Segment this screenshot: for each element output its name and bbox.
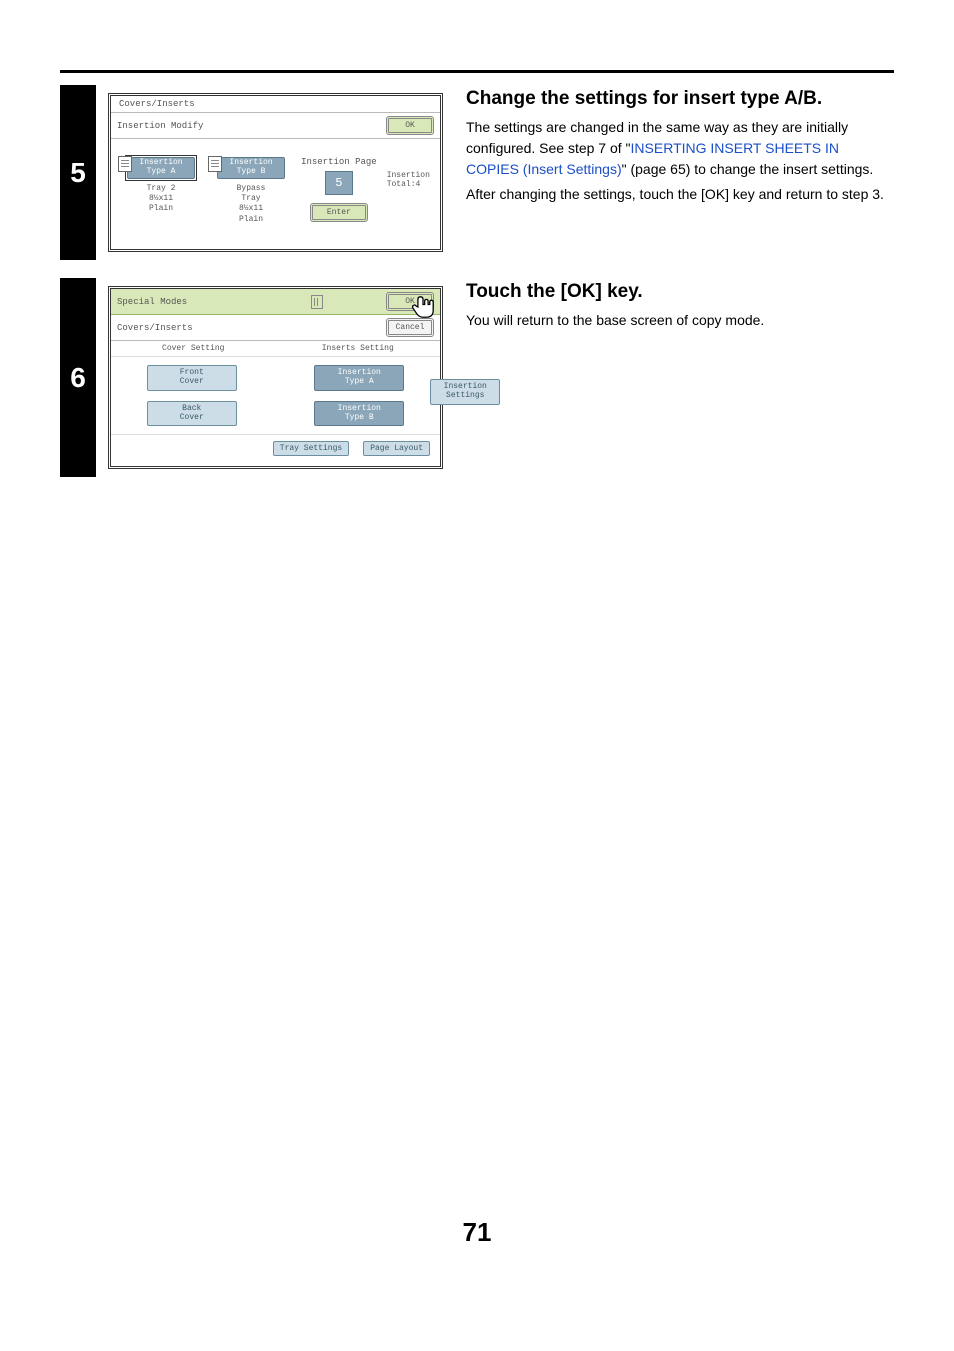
insertion-type-b-option[interactable]: Insertion Type B Bypass Tray 8½x11 Plain: [211, 157, 291, 225]
chip-label: Type B: [237, 167, 266, 176]
step-5-description: Change the settings for insert type A/B.…: [456, 85, 894, 260]
front-cover-button[interactable]: FrontCover: [147, 365, 237, 391]
insertion-type-a-button[interactable]: InsertionType A: [314, 365, 404, 391]
chip-label: Type A: [147, 167, 176, 176]
ok-button[interactable]: OK: [386, 116, 434, 135]
page-number: 71: [60, 1217, 894, 1248]
enter-button[interactable]: Enter: [310, 203, 368, 222]
hand-cursor-icon: [406, 290, 440, 324]
insertion-type-b-button[interactable]: InsertionType B: [314, 401, 404, 427]
inserts-setting-header: Inserts Setting: [276, 341, 441, 356]
step-6-heading: Touch the [OK] key.: [466, 280, 894, 304]
step-6-screenshot: Special Modes OK Covers/Inserts Cancel: [96, 278, 456, 477]
insertion-settings-button[interactable]: InsertionSettings: [430, 379, 500, 405]
body-text: You will return to the base screen of co…: [466, 310, 894, 331]
step-6-description: Touch the [OK] key. You will return to t…: [456, 278, 894, 477]
step-6-row: 6 Special Modes OK Cov: [60, 278, 894, 477]
chip-label: Insertion: [229, 158, 272, 167]
body-text: " (page 65) to change the insert setting…: [622, 161, 874, 177]
special-modes-label: Special Modes: [117, 297, 187, 307]
insertion-page-label: Insertion Page: [301, 157, 377, 167]
insertion-type-a-option[interactable]: Insertion Type A Tray 2 8½x11 Plain: [121, 157, 201, 225]
step-5-screenshot: Covers/Inserts Insertion Modify OK Inser…: [96, 85, 456, 260]
insertion-total: Insertion Total:4: [387, 171, 430, 225]
step-5-heading: Change the settings for insert type A/B.: [466, 87, 894, 111]
breadcrumb: Covers/Inserts: [117, 323, 193, 333]
trash-icon[interactable]: [311, 295, 323, 309]
body-text: After changing the settings, touch the […: [466, 184, 894, 205]
insertion-page-value[interactable]: 5: [325, 171, 353, 195]
step-5-row: 5 Covers/Inserts Insertion Modify OK Ins…: [60, 85, 894, 260]
panel-title: Covers/Inserts: [111, 96, 440, 113]
option-meta: Bypass Tray 8½x11 Plain: [237, 184, 266, 226]
option-meta: Tray 2 8½x11 Plain: [147, 184, 176, 215]
step-number-5: 5: [60, 85, 96, 260]
cover-setting-header: Cover Setting: [111, 341, 276, 356]
chip-label: Insertion: [139, 158, 182, 167]
step-number-6: 6: [60, 278, 96, 477]
tray-settings-button[interactable]: Tray Settings: [273, 441, 349, 456]
document-icon: [208, 156, 222, 172]
back-cover-button[interactable]: BackCover: [147, 401, 237, 427]
insertion-modify-panel: Covers/Inserts Insertion Modify OK Inser…: [108, 93, 443, 252]
insertion-modify-label: Insertion Modify: [117, 121, 203, 131]
covers-inserts-panel: Special Modes OK Covers/Inserts Cancel: [108, 286, 443, 469]
document-icon: [118, 156, 132, 172]
page-layout-button[interactable]: Page Layout: [363, 441, 430, 456]
